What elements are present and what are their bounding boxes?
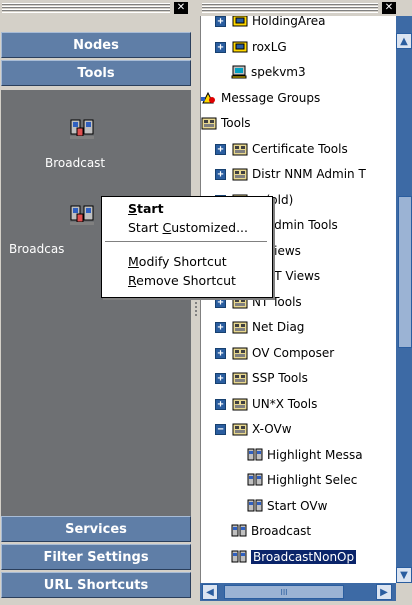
message-groups-icon xyxy=(201,91,217,105)
tree-row-label[interactable]: Broadcast xyxy=(251,524,311,538)
computer-icon xyxy=(231,65,247,79)
node-group-icon xyxy=(232,16,248,28)
tool-icon xyxy=(231,524,247,538)
tool-icon xyxy=(247,448,263,462)
node-group-icon xyxy=(232,40,248,54)
tree-row[interactable]: Broadcast xyxy=(231,522,311,540)
tool-group-icon xyxy=(201,116,217,130)
tree-row[interactable]: Start OVw xyxy=(247,497,327,515)
tree-row[interactable]: + Net Diag xyxy=(215,318,304,336)
nav-filter-settings-button[interactable]: Filter Settings xyxy=(1,544,191,570)
tool-icon xyxy=(247,499,263,513)
tree-row-label[interactable]: Highlight Selec xyxy=(267,473,357,487)
tree-row[interactable]: spekvm3 xyxy=(231,63,306,81)
tree-row-label[interactable]: HoldingArea xyxy=(252,16,326,28)
pane-grip[interactable] xyxy=(2,3,170,13)
object-tree: + HoldingArea + roxLG spekvm3 Message Groups T… xyxy=(200,16,397,583)
scroll-up-button[interactable]: ▲ xyxy=(396,33,412,49)
tree-row-label[interactable]: Net Diag xyxy=(252,320,304,334)
tree-row-label[interactable]: Start OVw xyxy=(267,499,327,513)
tree-row-label[interactable]: Distr NNM Admin T xyxy=(252,167,366,181)
expand-icon[interactable]: + xyxy=(215,398,226,410)
tool-group-icon xyxy=(232,422,248,436)
tree-row-label[interactable]: OV Composer xyxy=(252,346,334,360)
expand-icon[interactable]: + xyxy=(215,168,226,180)
broadcast-tool-icon[interactable] xyxy=(69,114,97,142)
tool-icon xyxy=(231,550,247,564)
object-tree-pane: ✕ + HoldingArea + roxLG spekvm3 Message Group… xyxy=(200,0,412,605)
tree-row-label[interactable]: BroadcastNonOp xyxy=(251,550,357,564)
tools-panel: Broadcast Broadcas xyxy=(1,90,191,516)
hscroll-thumb[interactable]: III xyxy=(224,585,344,599)
menu-item-modify-shortcut[interactable]: Modify Shortcut xyxy=(102,252,272,271)
pane-grip[interactable] xyxy=(202,3,378,13)
tree-row[interactable]: Highlight Selec xyxy=(247,471,357,489)
tree-row[interactable]: + HoldingArea xyxy=(215,16,326,30)
expand-icon[interactable]: + xyxy=(215,296,226,308)
shortcut-bar: ✕ Nodes Tools Broadcast Broadcas Service… xyxy=(0,0,192,605)
expand-icon[interactable]: + xyxy=(215,321,226,333)
tree-row-label[interactable]: SSP Tools xyxy=(252,371,308,385)
expand-icon[interactable]: + xyxy=(215,41,226,53)
horizontal-scrollbar[interactable]: ◀ III ▶ xyxy=(200,583,396,601)
tree-row[interactable]: Message Groups xyxy=(201,89,320,107)
expand-icon[interactable]: + xyxy=(215,16,226,27)
menu-separator xyxy=(105,241,267,243)
pane-splitter[interactable] xyxy=(192,0,200,605)
close-icon[interactable]: ✕ xyxy=(174,2,188,14)
scroll-down-button[interactable]: ▼ xyxy=(396,567,412,583)
tree-row-label[interactable]: roxLG xyxy=(252,40,287,54)
tree-row[interactable]: BroadcastNonOp xyxy=(231,548,357,566)
nav-url-shortcuts-button[interactable]: URL Shortcuts xyxy=(1,572,191,598)
tool-icon xyxy=(247,473,263,487)
scroll-left-button[interactable]: ◀ xyxy=(202,584,218,600)
nav-tools-button[interactable]: Tools xyxy=(1,60,191,86)
tool-group-icon xyxy=(232,371,248,385)
tool-group-icon xyxy=(232,320,248,334)
tree-row[interactable]: + SSP Tools xyxy=(215,369,308,387)
menu-item-remove-shortcut[interactable]: Remove Shortcut xyxy=(102,271,272,290)
vertical-scrollbar[interactable]: ▲ ▼ xyxy=(396,16,412,583)
tree-row[interactable]: − X-OVw xyxy=(215,420,292,438)
tool-group-icon xyxy=(232,167,248,181)
scroll-thumb[interactable] xyxy=(398,196,412,348)
broadcast-tool-label[interactable]: Broadcast xyxy=(45,156,105,170)
tree-row[interactable]: + OV Composer xyxy=(215,344,334,362)
tree-row-label[interactable]: Message Groups xyxy=(221,91,320,105)
expand-icon[interactable]: + xyxy=(215,347,226,359)
tree-row-label[interactable]: Tools xyxy=(221,116,251,130)
scroll-right-button[interactable]: ▶ xyxy=(376,584,392,600)
tree-row-label[interactable]: spekvm3 xyxy=(251,65,306,79)
expand-icon[interactable]: + xyxy=(215,143,226,155)
menu-item-start-customized[interactable]: Start Customized... xyxy=(102,218,272,237)
tree-row[interactable]: + UN*X Tools xyxy=(215,395,317,413)
tree-row[interactable]: + roxLG xyxy=(215,38,287,56)
tree-row-label[interactable]: X-OVw xyxy=(252,422,292,436)
tree-row-label[interactable]: Highlight Messa xyxy=(267,448,363,462)
tool-group-icon xyxy=(232,346,248,360)
collapse-icon[interactable]: − xyxy=(215,423,226,435)
tree-row[interactable]: + Distr NNM Admin T xyxy=(215,165,366,183)
close-icon[interactable]: ✕ xyxy=(382,2,396,14)
tree-row[interactable]: Tools xyxy=(201,114,251,132)
menu-item-start[interactable]: Start xyxy=(102,199,272,218)
tree-row[interactable]: Highlight Messa xyxy=(247,446,363,464)
tree-row-label[interactable]: Certificate Tools xyxy=(252,142,348,156)
tree-row[interactable]: + Certificate Tools xyxy=(215,140,348,158)
expand-icon[interactable]: + xyxy=(215,372,226,384)
broadcast-nonop-tool-label[interactable]: Broadcas xyxy=(9,242,64,256)
tree-row-label[interactable]: UN*X Tools xyxy=(252,397,317,411)
broadcast-tool-icon[interactable] xyxy=(69,200,97,228)
tool-group-icon xyxy=(232,142,248,156)
nav-nodes-button[interactable]: Nodes xyxy=(1,32,191,58)
nav-services-button[interactable]: Services xyxy=(1,516,191,542)
tool-group-icon xyxy=(232,397,248,411)
context-menu: Start Start Customized... Modify Shortcu… xyxy=(101,196,273,298)
